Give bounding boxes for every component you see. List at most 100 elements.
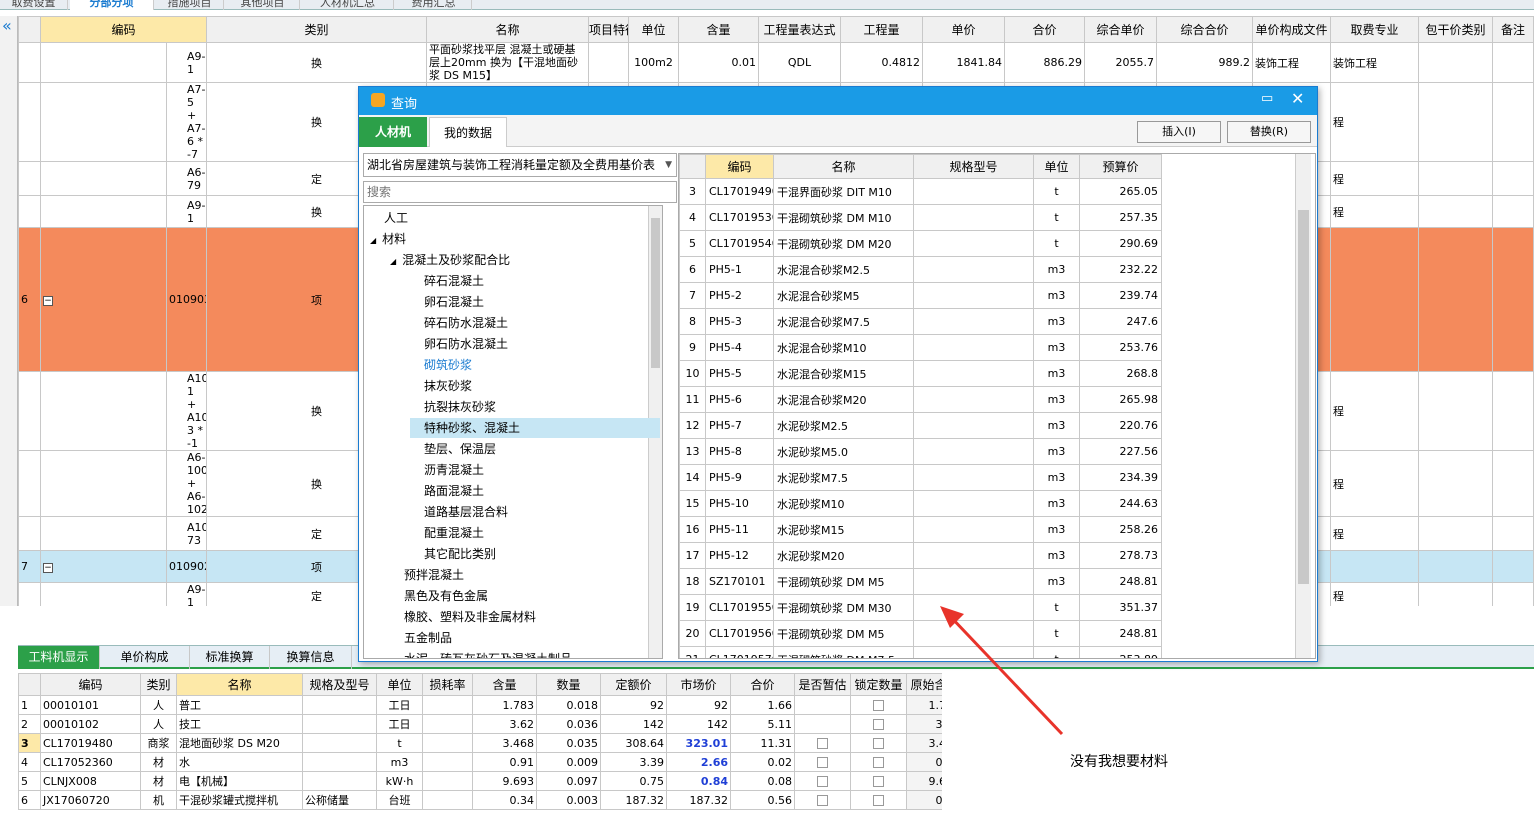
unit-cell[interactable]: m3 — [1033, 412, 1080, 439]
spec-cell[interactable] — [302, 752, 377, 772]
column-header[interactable]: 含量 — [678, 16, 760, 43]
column-header[interactable]: 锁定数量 — [850, 673, 907, 696]
lock-checkbox-cell[interactable] — [850, 714, 907, 734]
bottom-tab[interactable]: 工料机显示 — [18, 646, 100, 669]
column-header[interactable]: 备注 — [1492, 16, 1534, 43]
remark-cell[interactable] — [1492, 516, 1534, 551]
count-cell[interactable]: 0.036 — [536, 714, 601, 734]
library-select[interactable]: 湖北省房屋建筑与装饰工程消耗量定额及全费用基价表 ▼ — [363, 153, 677, 177]
n-cell[interactable]: 11 — [679, 386, 706, 413]
tree-item[interactable]: 卵石混凝土 — [410, 292, 484, 312]
table-row[interactable]: 19 CL17019550 干混砌筑砂浆 DM M30 t 351.37 — [679, 594, 1162, 621]
unit-cell[interactable]: m3 — [1033, 334, 1080, 361]
unit-cell[interactable]: m3 — [1033, 308, 1080, 335]
n-cell[interactable]: 13 — [679, 438, 706, 465]
table-row[interactable]: 4 CL17019530 干混砌筑砂浆 DM M10 t 257.35 — [679, 204, 1162, 231]
column-header[interactable]: 名称 — [426, 16, 590, 43]
code-cell[interactable]: A9-1 — [165, 582, 208, 606]
loss-cell[interactable] — [422, 752, 473, 772]
table-row[interactable]: 16 PH5-11 水泥砂浆M15 m3 258.26 — [679, 516, 1162, 543]
code-cell[interactable]: CL17019480 — [40, 733, 141, 753]
n-cell[interactable]: 12 — [679, 412, 706, 439]
loss-cell[interactable] — [422, 695, 473, 715]
column-header[interactable]: 单位 — [376, 673, 423, 696]
unit-cell[interactable]: m3 — [1033, 438, 1080, 465]
maximize-icon[interactable]: ▭ — [1261, 91, 1273, 106]
table-row[interactable]: 4CL17052360材水m30.910.0093.392.660.020.91 — [18, 752, 942, 772]
name-cell[interactable]: 水泥砂浆M15 — [773, 516, 914, 543]
estimate-checkbox[interactable] — [817, 795, 828, 806]
price-cell[interactable]: 227.56 — [1079, 438, 1162, 465]
n-cell[interactable]: 17 — [679, 542, 706, 569]
name-cell[interactable]: 干混界面砂浆 DIT M10 — [773, 178, 914, 205]
price-cell[interactable]: 232.22 — [1079, 256, 1162, 283]
spec-cell[interactable] — [913, 516, 1034, 543]
table-row[interactable]: 18 SZ170101 干混砌筑砂浆 DM M5 m3 248.81 — [679, 568, 1162, 595]
type-cell[interactable]: 机 — [140, 790, 177, 810]
unit-cell[interactable]: 工日 — [376, 695, 423, 715]
tab-resources[interactable]: 人材机 — [359, 117, 427, 147]
table-row[interactable]: 9 PH5-4 水泥混合砂浆M10 m3 253.76 — [679, 334, 1162, 361]
package-type-cell[interactable] — [1418, 82, 1494, 162]
estimate-checkbox[interactable] — [817, 757, 828, 768]
table-row[interactable]: 7 PH5-2 水泥混合砂浆M5 m3 239.74 — [679, 282, 1162, 309]
table-row[interactable]: 15 PH5-10 水泥砂浆M10 m3 244.63 — [679, 490, 1162, 517]
column-header[interactable]: 单价构成文件 — [1252, 16, 1332, 43]
estimate-checkbox-cell[interactable] — [794, 714, 851, 734]
name-cell[interactable]: 水泥混合砂浆M7.5 — [773, 308, 914, 335]
spec-cell[interactable]: 程 — [1330, 195, 1420, 228]
n-cell[interactable]: 20 — [679, 620, 706, 647]
package-type-cell[interactable] — [1418, 550, 1494, 583]
top-tab[interactable]: 其他项目 — [226, 0, 300, 10]
bottom-tab[interactable]: 换算信息 — [270, 646, 352, 669]
collapse-box-icon[interactable]: − — [43, 563, 53, 573]
name-cell[interactable]: 水泥混合砂浆M2.5 — [773, 256, 914, 283]
tab-my-data[interactable]: 我的数据 — [429, 117, 507, 147]
tree-item[interactable]: 预拌混凝土 — [390, 565, 464, 585]
unit-cell[interactable]: t — [1033, 230, 1080, 257]
mprice-cell[interactable]: 323.01 — [666, 733, 731, 753]
spec-cell[interactable] — [913, 542, 1034, 569]
package-type-cell[interactable] — [1418, 227, 1494, 372]
remark-cell[interactable] — [1492, 195, 1534, 228]
name-cell[interactable]: 水泥砂浆M20 — [773, 542, 914, 569]
table-row[interactable]: 14 PH5-9 水泥砂浆M7.5 m3 234.39 — [679, 464, 1162, 491]
lock-checkbox-cell[interactable] — [850, 695, 907, 715]
remark-cell[interactable] — [1492, 550, 1534, 583]
code-cell[interactable]: PH5-11 — [705, 516, 774, 543]
name-cell[interactable]: 干混砌筑砂浆 DM M10 — [773, 204, 914, 231]
code-cell[interactable]: PH5-3 — [705, 308, 774, 335]
spec-cell[interactable] — [913, 308, 1034, 335]
tree-item[interactable]: 配重混凝土 — [410, 523, 484, 543]
package-type-cell[interactable] — [1418, 161, 1494, 196]
total-cell[interactable]: 0.56 — [730, 790, 795, 810]
n-cell[interactable]: 7 — [679, 282, 706, 309]
column-header[interactable]: 项目特征 — [588, 16, 630, 43]
unit-cell[interactable]: m3 — [1033, 256, 1080, 283]
table-row[interactable]: 200010102人技工工日3.620.0361421425.113.62 — [18, 714, 942, 734]
column-header[interactable]: 类别 — [140, 673, 177, 696]
spec-cell[interactable] — [913, 568, 1034, 595]
unit-cell[interactable]: kW·h — [376, 771, 423, 791]
column-header[interactable]: 编码 — [40, 673, 141, 696]
unit-cell[interactable]: t — [1033, 178, 1080, 205]
code-cell[interactable]: PH5-10 — [705, 490, 774, 517]
close-icon[interactable]: ✕ — [1291, 89, 1304, 108]
price-cell[interactable]: 247.6 — [1079, 308, 1162, 335]
count-cell[interactable]: 0.003 — [536, 790, 601, 810]
price-cell[interactable]: 1841.84 — [922, 42, 1006, 83]
table-row[interactable]: 20 CL17019560 干混砌筑砂浆 DM M5 t 248.81 — [679, 620, 1162, 647]
estimate-checkbox-cell[interactable] — [794, 771, 851, 791]
code-cell[interactable]: PH5-9 — [705, 464, 774, 491]
expr-cell[interactable]: QDL — [758, 42, 842, 83]
price-cell[interactable]: 258.26 — [1079, 516, 1162, 543]
package-type-cell[interactable] — [1418, 42, 1494, 83]
n-cell[interactable]: 19 — [679, 594, 706, 621]
code-cell[interactable]: CL17019490 — [705, 178, 774, 205]
unit-cell[interactable]: m3 — [1033, 516, 1080, 543]
table-row[interactable]: 5 CLNJX008 材电【机械】 kW·h 9.693 0.097 0.75 0.84 0.0… — [18, 771, 942, 791]
column-header[interactable]: 规格型号 — [913, 154, 1034, 179]
tree-item[interactable]: 沥青混凝土 — [410, 460, 484, 480]
code-cell[interactable]: 00010102 — [40, 714, 141, 734]
spec-cell[interactable]: 程 — [1330, 582, 1420, 606]
